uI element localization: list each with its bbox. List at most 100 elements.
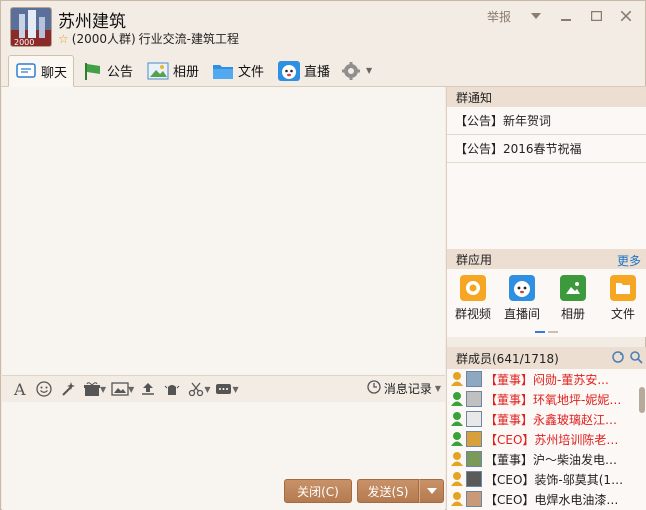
member-row[interactable]: 【CEO】装饰-邬莫其(136... bbox=[447, 469, 646, 489]
side-panel: 群通知 【公告】新年贺词 【公告】2016春节祝福 群应用 更多 群视频 直播间 bbox=[446, 87, 646, 510]
report-link[interactable]: 举报 bbox=[487, 8, 511, 25]
tab-album[interactable]: 相册 bbox=[141, 55, 205, 86]
tab-announcement-label: 公告 bbox=[107, 65, 134, 80]
member-name: 【CEO】电焊水电油漆工(... bbox=[485, 492, 625, 507]
app-album[interactable]: 相册 bbox=[549, 275, 597, 322]
owner-icon bbox=[450, 451, 464, 467]
admin-icon bbox=[450, 391, 464, 407]
tab-live[interactable]: 直播 bbox=[272, 55, 336, 86]
group-size: (2000人群) bbox=[71, 32, 136, 46]
app-group-video[interactable]: 群视频 bbox=[449, 275, 497, 322]
tab-announcement[interactable]: 公告 bbox=[75, 55, 139, 86]
flag-icon bbox=[81, 61, 103, 81]
svg-text:A: A bbox=[13, 381, 26, 397]
notice-list: 【公告】新年贺词 【公告】2016春节祝福 bbox=[447, 107, 646, 249]
apps-header: 群应用 更多 bbox=[447, 249, 646, 269]
apps-header-label: 群应用 bbox=[456, 252, 493, 267]
member-name: 【CEO】装饰-邬莫其(136... bbox=[485, 472, 625, 487]
dropdown-icon[interactable] bbox=[521, 6, 551, 26]
maximize-icon[interactable] bbox=[581, 6, 611, 26]
title-controls: 举报 bbox=[487, 6, 641, 26]
message-history-button[interactable]: 消息记录 ▼ bbox=[367, 380, 441, 397]
album-icon bbox=[560, 275, 586, 301]
tab-album-label: 相册 bbox=[173, 65, 200, 80]
clock-icon bbox=[367, 380, 381, 397]
group-header: 2000 苏州建筑 ☆ (2000人群) 行业交流-建筑工程 举报 bbox=[1, 1, 646, 53]
member-name: 【董事】永鑫玻璃赵江明... bbox=[485, 412, 625, 427]
input-toolbar: A ▼ ▼ ▼ ▼ 消息记录 ▼ bbox=[2, 376, 445, 402]
tab-chat[interactable]: 聊天 bbox=[8, 55, 75, 87]
member-name: 【董事】环氧地坪-妮妮(2... bbox=[485, 392, 625, 407]
group-subtitle: ☆ (2000人群) 行业交流-建筑工程 bbox=[58, 30, 239, 47]
shake-icon[interactable] bbox=[160, 378, 184, 400]
chat-window: 2000 苏州建筑 ☆ (2000人群) 行业交流-建筑工程 举报 聊天 公告 … bbox=[0, 0, 646, 510]
chevron-down-icon: ▼ bbox=[366, 66, 373, 75]
avatar bbox=[466, 491, 482, 507]
avatar bbox=[466, 391, 482, 407]
photo-icon bbox=[147, 61, 169, 81]
send-options-button[interactable] bbox=[419, 479, 444, 503]
notice-item[interactable]: 【公告】新年贺词 bbox=[447, 107, 646, 135]
tab-chat-label: 聊天 bbox=[41, 65, 68, 81]
emoji-icon[interactable] bbox=[32, 378, 56, 400]
admin-icon bbox=[450, 431, 464, 447]
folder-icon bbox=[212, 61, 234, 81]
upload-icon[interactable] bbox=[136, 378, 160, 400]
app-live-room[interactable]: 直播间 bbox=[498, 275, 546, 322]
member-row[interactable]: 【CEO】苏州培训陈老师(... bbox=[447, 429, 646, 449]
scissors-caret-icon[interactable]: ▼ bbox=[204, 385, 210, 394]
refresh-icon[interactable] bbox=[611, 350, 625, 367]
minimize-icon[interactable] bbox=[551, 6, 581, 26]
notice-item[interactable]: 【公告】2016春节祝福 bbox=[447, 135, 646, 163]
font-icon[interactable]: A bbox=[8, 378, 32, 400]
magic-wand-icon[interactable] bbox=[56, 378, 80, 400]
app-label: 相册 bbox=[560, 307, 585, 321]
message-area[interactable] bbox=[2, 87, 445, 375]
more-apps-link[interactable]: 更多 bbox=[617, 252, 641, 269]
owner-icon bbox=[450, 471, 464, 487]
search-icon[interactable] bbox=[629, 350, 643, 367]
live-icon bbox=[278, 60, 300, 81]
pager-dot[interactable] bbox=[548, 331, 558, 333]
gift-caret-icon[interactable]: ▼ bbox=[100, 385, 106, 394]
members-header: 群成员(641/1718) bbox=[447, 347, 646, 369]
member-list-scrollbar[interactable] bbox=[639, 387, 645, 413]
tab-live-label: 直播 bbox=[304, 65, 331, 80]
close-icon[interactable] bbox=[611, 6, 641, 26]
admin-icon bbox=[450, 411, 464, 427]
pager-dot[interactable] bbox=[535, 331, 545, 333]
member-row[interactable]: 【董事】永鑫玻璃赵江明... bbox=[447, 409, 646, 429]
settings-menu[interactable]: ▼ bbox=[334, 55, 378, 86]
members-count: 群成员(641/1718) bbox=[456, 351, 559, 366]
group-avatar[interactable]: 2000 bbox=[10, 7, 52, 47]
member-row[interactable]: 【董事】沪～柴油发电机... bbox=[447, 449, 646, 469]
app-files[interactable]: 文件 bbox=[599, 275, 646, 322]
member-list[interactable]: 【董事】闷勋-董苏安... 【董事】环氧地坪-妮妮(2... 【董事】永鑫玻璃赵… bbox=[447, 369, 646, 510]
app-label: 文件 bbox=[610, 307, 635, 321]
member-name: 【CEO】苏州培训陈老师(... bbox=[485, 432, 625, 447]
svg-text:2000: 2000 bbox=[14, 38, 34, 47]
send-button[interactable]: 发送(S) bbox=[357, 479, 419, 503]
owner-icon bbox=[450, 371, 464, 387]
group-toolbar: 聊天 公告 相册 文件 直播 ▼ bbox=[1, 53, 646, 87]
group-name: 苏州建筑 bbox=[58, 12, 126, 32]
owner-icon bbox=[450, 491, 464, 507]
close-button[interactable]: 关闭(C) bbox=[284, 479, 352, 503]
avatar bbox=[466, 431, 482, 447]
avatar bbox=[466, 411, 482, 427]
apps-pager[interactable] bbox=[535, 331, 558, 333]
image-caret-icon[interactable]: ▼ bbox=[128, 385, 134, 394]
member-row[interactable]: 【董事】环氧地坪-妮妮(2... bbox=[447, 389, 646, 409]
video-icon bbox=[460, 275, 486, 301]
avatar bbox=[466, 371, 482, 387]
avatar bbox=[466, 451, 482, 467]
member-row[interactable]: 【董事】闷勋-董苏安... bbox=[447, 369, 646, 389]
chevron-down-icon: ▼ bbox=[434, 384, 441, 393]
file-icon bbox=[610, 275, 636, 301]
gear-icon bbox=[340, 61, 362, 81]
member-row[interactable]: 【CEO】电焊水电油漆工(... bbox=[447, 489, 646, 509]
notice-header: 群通知 bbox=[447, 87, 646, 107]
tab-files[interactable]: 文件 bbox=[206, 55, 270, 86]
more-tools-caret-icon[interactable]: ▼ bbox=[232, 385, 238, 394]
member-name: 【董事】沪～柴油发电机... bbox=[485, 452, 625, 467]
